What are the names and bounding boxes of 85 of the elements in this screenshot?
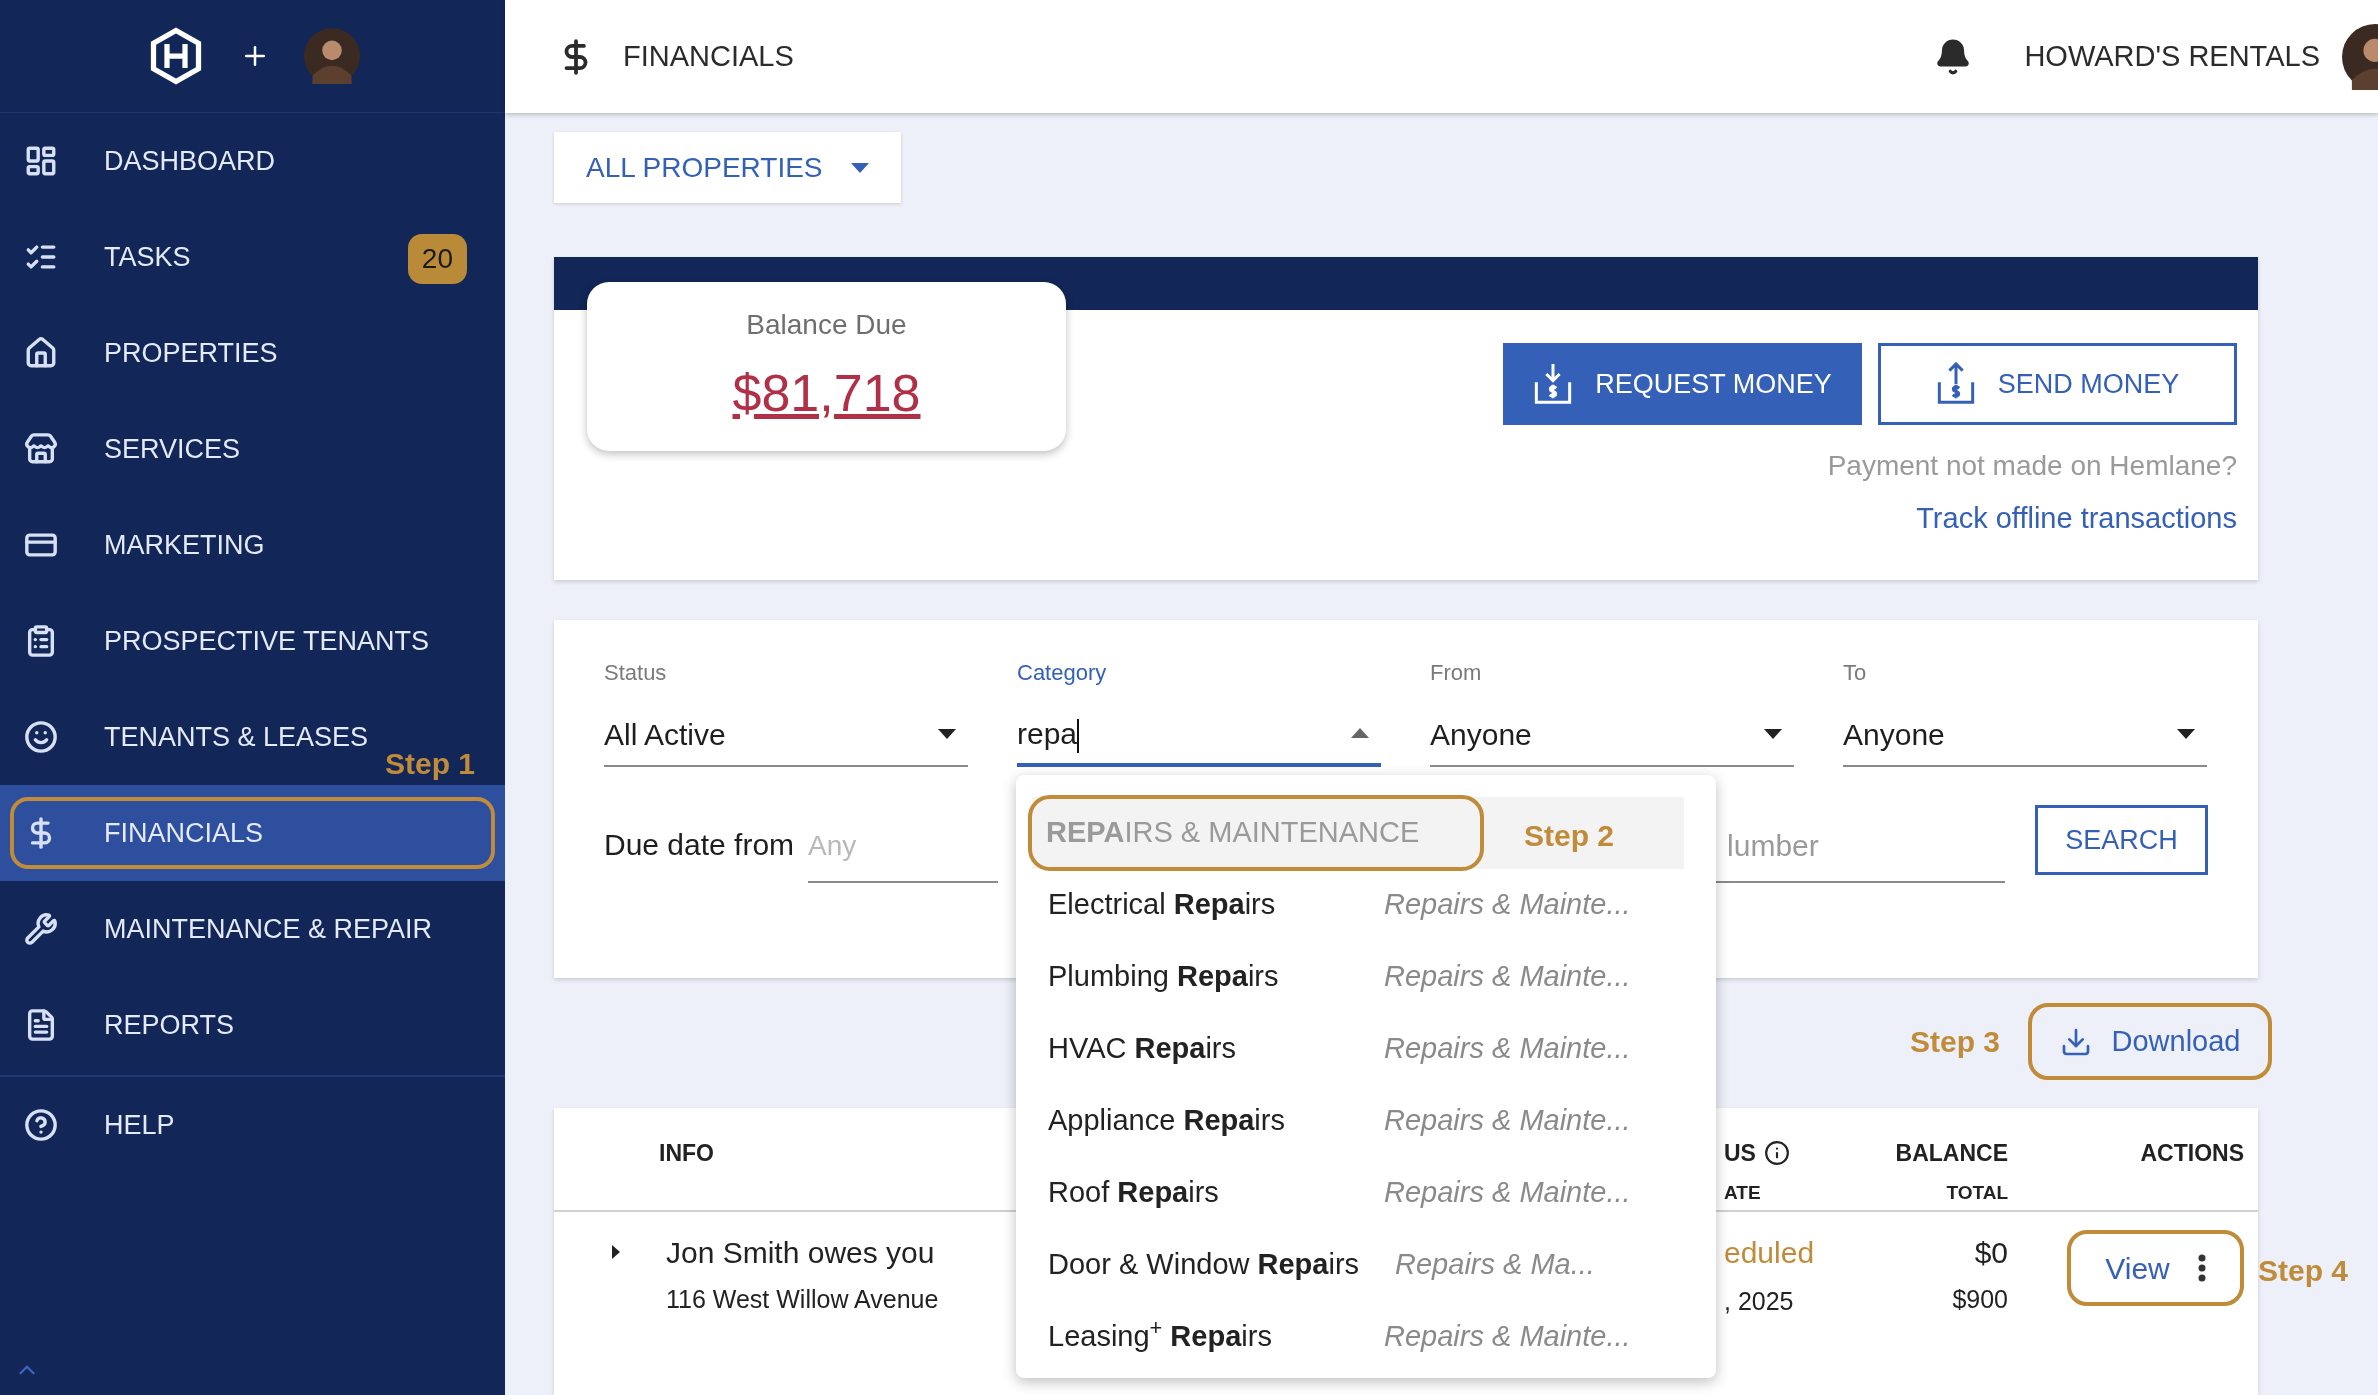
view-button[interactable]: View: [2067, 1230, 2244, 1306]
category-option[interactable]: Roof Repairs Repairs & Mainte...: [1032, 1157, 1700, 1229]
request-money-button[interactable]: REQUEST MONEY: [1503, 343, 1862, 425]
dashboard-icon: [24, 144, 58, 178]
sidebar-item[interactable]: PROSPECTIVE TENANTS: [0, 593, 505, 689]
caret-icon: [938, 729, 956, 739]
option-category: Repairs & Mainte...: [1384, 1319, 1631, 1355]
filter-select[interactable]: All Active: [604, 703, 968, 767]
due-date-field[interactable]: Any: [808, 811, 999, 883]
caret-icon: [2177, 729, 2195, 739]
caret-icon: [850, 162, 869, 173]
row-address: 116 West Willow Avenue: [666, 1284, 939, 1315]
upload-money-icon: [1935, 362, 1976, 406]
option-label: HVAC Repairs: [1048, 1031, 1237, 1067]
column-header: ACTIONS: [2140, 1139, 2244, 1168]
track-offline-link[interactable]: Track offline transactions: [1916, 497, 2237, 541]
caret-icon: [1351, 728, 1369, 738]
column-header: US: [1724, 1139, 1756, 1168]
sidebar-item[interactable]: FINANCIALS: [0, 785, 505, 881]
search-button[interactable]: SEARCH: [2035, 805, 2208, 875]
filter-select[interactable]: repa: [1017, 703, 1381, 767]
count-badge: 20: [407, 234, 467, 284]
option-label: Electrical Repairs: [1048, 887, 1277, 923]
column-header: INFO: [659, 1139, 714, 1168]
option-category: Repairs & Mainte...: [1384, 887, 1631, 923]
step-annotation: Step 1: [384, 746, 475, 782]
send-money-button[interactable]: SEND MONEY: [1878, 343, 2237, 425]
option-label: Appliance Repairs: [1048, 1103, 1286, 1139]
property-filter-dropdown[interactable]: ALL PROPERTIES: [554, 132, 901, 203]
option-category: Repairs & Mainte...: [1384, 959, 1631, 995]
sidebar-item[interactable]: PROPERTIES: [0, 305, 505, 401]
more-options-icon[interactable]: [2197, 1254, 2206, 1282]
help-icon: [24, 1108, 58, 1142]
option-label: Door & Window Repairs: [1048, 1247, 1360, 1283]
sidebar-item[interactable]: MAINTENANCE & REPAIR: [0, 881, 505, 977]
page-title: FINANCIALS: [623, 38, 794, 74]
option-label: Roof Repairs: [1048, 1175, 1220, 1211]
option-category: Repairs & Ma...: [1395, 1247, 1595, 1283]
option-label: Plumbing Repairs: [1048, 959, 1280, 995]
option-category: Repairs & Mainte...: [1384, 1175, 1631, 1211]
expand-arrow-icon[interactable]: [610, 1244, 622, 1260]
filter-label: Status: [604, 659, 668, 687]
category-option[interactable]: Appliance Repairs Repairs & Mainte...: [1032, 1085, 1700, 1157]
due-date-label: Due date from: [604, 827, 795, 863]
step-annotation: Step 4: [2258, 1253, 2349, 1289]
balance-amount-link[interactable]: $81,718: [732, 354, 921, 432]
option-category: Repairs & Mainte...: [1384, 1103, 1631, 1139]
option-category: Repairs & Mainte...: [1384, 1031, 1631, 1067]
total-text: $900: [1952, 1284, 2008, 1315]
balance-text: $0: [1974, 1235, 2008, 1271]
step-annotation: Step 3: [1909, 1024, 2000, 1060]
filter-select[interactable]: Anyone: [1843, 703, 2207, 767]
storefront-icon: [24, 432, 58, 466]
home-icon: [24, 336, 58, 370]
category-option[interactable]: Leasing$^{+}$ Repairs Repairs & Mainte...: [1032, 1301, 1700, 1373]
balance-label: Balance Due: [746, 308, 907, 342]
category-option[interactable]: Door & Window Repairs Repairs & Ma...: [1032, 1229, 1700, 1301]
category-option[interactable]: Plumbing Repairs Repairs & Mainte...: [1032, 941, 1700, 1013]
offline-note: Payment not made on Hemlane?: [1827, 449, 2237, 483]
sidebar-item[interactable]: SERVICES: [0, 401, 505, 497]
sidebar-item[interactable]: HELP: [0, 1077, 505, 1173]
smiley-icon: [24, 720, 58, 754]
info-icon[interactable]: [1763, 1140, 1790, 1167]
status-text: eduled: [1724, 1235, 1816, 1271]
sidebar-item[interactable]: REPORTS: [0, 977, 505, 1073]
download-button[interactable]: Download: [2028, 1003, 2272, 1080]
column-subheader: TOTAL: [1946, 1180, 2008, 1205]
category-option[interactable]: Electrical Repairs Repairs & Mainte...: [1032, 869, 1700, 941]
download-money-icon: [1533, 362, 1574, 406]
column-header: BALANCE: [1895, 1139, 2008, 1168]
step-annotation: Step 2: [1524, 818, 1615, 854]
wrench-icon: [24, 912, 58, 946]
column-subheader: ATE: [1724, 1180, 1761, 1205]
option-label: Leasing$^{+}$ Repairs: [1048, 1315, 1273, 1355]
filter-label: To: [1843, 659, 1868, 687]
category-option[interactable]: HVAC Repairs Repairs & Mainte...: [1032, 1013, 1700, 1085]
filter-label: From: [1430, 659, 1483, 687]
filter-select[interactable]: Anyone: [1430, 703, 1794, 767]
account-name[interactable]: HOWARD'S RENTALS: [2024, 34, 2320, 79]
row-title: Jon Smith owes you: [666, 1235, 935, 1271]
due-date-text: , 2025: [1724, 1286, 1795, 1317]
caret-icon: [1764, 729, 1782, 739]
sidebar-item[interactable]: DASHBOARD: [0, 113, 505, 209]
filter-label: Category: [1017, 659, 1108, 687]
sidebar-item[interactable]: MARKETING: [0, 497, 505, 593]
